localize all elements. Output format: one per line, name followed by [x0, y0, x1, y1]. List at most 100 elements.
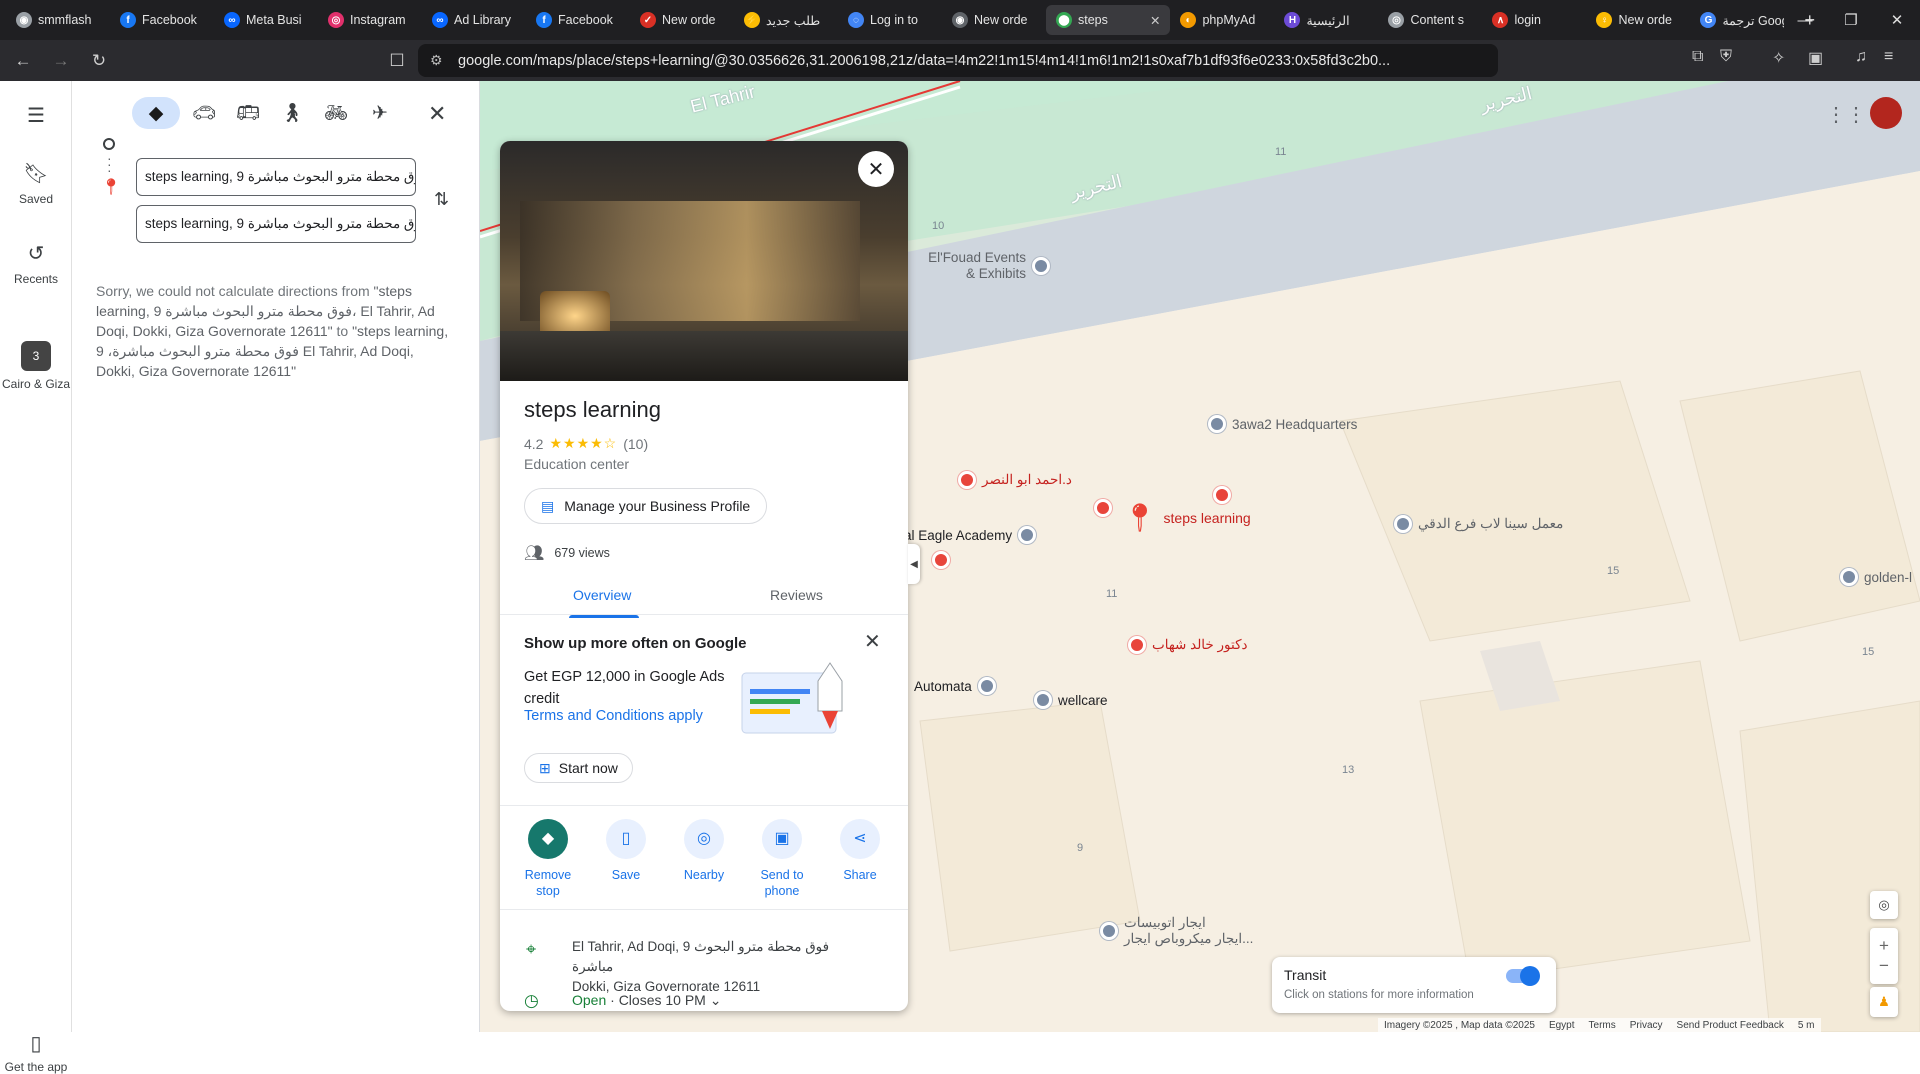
transit-mode-icon[interactable]: 🚌︎	[228, 97, 268, 129]
car-mode-icon[interactable]: 🚗︎	[184, 97, 224, 129]
site-info-icon[interactable]: ⚙	[430, 52, 443, 69]
flight-mode-icon[interactable]: ✈	[360, 97, 400, 129]
reload-icon[interactable]: ↻	[84, 46, 114, 76]
transit-layer-card[interactable]: Transit Click on stations for more infor…	[1272, 957, 1556, 1013]
browser-tab[interactable]: ⚡ طلب جديد	[734, 5, 838, 35]
phone-icon: ▣	[762, 819, 802, 859]
brave-shield-icon[interactable]: ⛨	[1720, 48, 1732, 66]
browser-tab[interactable]: f Facebook	[526, 5, 630, 35]
poi-golden[interactable]: golden-l	[1840, 568, 1912, 586]
share-button[interactable]: ⋖ Share	[826, 819, 894, 899]
bookmark-icon[interactable]: ☐	[382, 46, 412, 76]
best-route-mode-icon[interactable]: ◆	[132, 97, 180, 129]
recent-place-cairo[interactable]: 3 Cairo & Giza	[0, 341, 72, 391]
reviews-count-link[interactable]: (10)	[623, 436, 648, 452]
restore-icon[interactable]: ❐	[1828, 0, 1874, 40]
place-category[interactable]: Education center	[524, 456, 629, 472]
tab-reviews[interactable]: Reviews	[770, 587, 823, 603]
tab-overview[interactable]: Overview	[569, 587, 639, 618]
poi-bus[interactable]: ايجار اتوبيسات ايجار ميكروباص ايجار...	[1100, 915, 1253, 947]
poi-pin-icon	[1840, 568, 1858, 586]
address-bar[interactable]: ⚙ google.com/maps/place/steps+learning/@…	[418, 44, 1498, 77]
send-to-phone-button[interactable]: ▣ Send to phone	[748, 819, 816, 899]
browser-tab[interactable]: ∧ login	[1482, 5, 1586, 35]
scale-bar[interactable]: 5 m	[1798, 1020, 1815, 1031]
tab-favicon-icon: ✓	[640, 12, 656, 28]
place-hours[interactable]: Open · Closes 10 PM ⌄	[572, 992, 721, 1009]
remove-stop-icon: ◆	[528, 819, 568, 859]
destination-input[interactable]: steps learning, 9 فوق محطة مترو البحوث م…	[136, 205, 416, 243]
collapse-panel-icon[interactable]: ◀	[908, 544, 920, 584]
poi-lab[interactable]: معمل سينا لاب فرع الدقي	[1394, 515, 1563, 533]
close-directions-icon[interactable]: ✕	[428, 101, 446, 127]
forward-icon[interactable]: →	[46, 46, 76, 76]
minimize-icon[interactable]: —	[1782, 0, 1828, 40]
privacy-link[interactable]: Privacy	[1630, 1020, 1663, 1031]
hamburger-menu-icon[interactable]: ☰	[0, 103, 72, 128]
browser-tab[interactable]: ◎ Content s	[1378, 5, 1482, 35]
saved-button[interactable]: 🔖︎ Saved	[0, 161, 72, 206]
get-app-button[interactable]: ▯ Get the app	[0, 1031, 72, 1074]
browser-tab[interactable]: ◉ smmflash	[6, 5, 110, 35]
zoom-out-icon[interactable]: −	[1879, 956, 1889, 976]
close-window-icon[interactable]: ✕	[1874, 0, 1920, 40]
recents-button[interactable]: ↺ Recents	[0, 241, 72, 286]
tab-favicon-icon: ◉	[952, 12, 968, 28]
poi-eagle[interactable]: al Eagle Academy	[904, 526, 1037, 544]
remove-stop-button[interactable]: ◆ Remove stop	[514, 819, 582, 899]
bike-mode-icon[interactable]: 🚲︎	[316, 97, 356, 129]
google-apps-icon[interactable]: ⋮⋮	[1826, 102, 1866, 127]
recent-place-thumbnail: 3	[21, 341, 51, 371]
hospital-pin-icon[interactable]	[1213, 486, 1231, 504]
browser-tab[interactable]: f Facebook	[110, 5, 214, 35]
browser-tab[interactable]: G ترجمة Google	[1690, 5, 1794, 35]
close-place-icon[interactable]: ✕	[858, 151, 894, 187]
browser-tab[interactable]: ◎ Instagram	[318, 5, 422, 35]
poi-fouad[interactable]: El'Fouad Events & Exhibits	[926, 250, 1050, 282]
start-now-button[interactable]: ⊞ Start now	[524, 753, 633, 783]
account-avatar[interactable]	[1870, 97, 1902, 129]
swap-waypoints-icon[interactable]: ⇅	[434, 189, 449, 210]
region-link[interactable]: Egypt	[1549, 1020, 1575, 1031]
puzzle-icon[interactable]: ✧	[1772, 48, 1785, 68]
save-button[interactable]: ▯ Save	[592, 819, 660, 899]
browser-tab[interactable]: ♀ New orde	[1586, 5, 1690, 35]
poi-sawa2[interactable]: 3awa2 Headquarters	[1208, 415, 1357, 433]
nearby-button[interactable]: ◎ Nearby	[670, 819, 738, 899]
hospital-pin-icon[interactable]	[1094, 499, 1112, 517]
place-photo[interactable]: ✕	[500, 141, 908, 381]
poi-wellcare[interactable]: wellcare	[1034, 691, 1108, 709]
sidebar-icon[interactable]: ▣	[1808, 48, 1823, 68]
close-promo-icon[interactable]: ✕	[864, 629, 881, 654]
terms-link[interactable]: Terms	[1589, 1020, 1616, 1031]
origin-input[interactable]: steps learning, 9 فوق محطة مترو البحوث م…	[136, 158, 416, 196]
terms-link[interactable]: Terms and Conditions apply	[524, 708, 703, 724]
browser-tab[interactable]: ◌ Log in to	[838, 5, 942, 35]
hospital-pin-icon[interactable]	[932, 551, 950, 569]
place-address[interactable]: El Tahrir, Ad Doqi, 9 فوق محطة مترو البح…	[572, 937, 872, 997]
browser-tab[interactable]: ✓ New orde	[630, 5, 734, 35]
media-icon[interactable]: ♫	[1855, 48, 1867, 66]
browser-tab[interactable]: ⬤ steps ✕	[1046, 5, 1171, 35]
browser-tab[interactable]: H الرئيسية	[1274, 5, 1378, 35]
browser-tab[interactable]: ◉ New orde	[942, 5, 1046, 35]
menu-icon[interactable]: ≡	[1884, 48, 1893, 66]
zoom-in-icon[interactable]: +	[1879, 936, 1889, 956]
walk-mode-icon[interactable]: 🚶︎	[272, 97, 312, 129]
extensions-icon[interactable]: ⧉	[1692, 48, 1703, 66]
pegman-icon[interactable]: ♟	[1870, 987, 1898, 1017]
poi-automata[interactable]: Automata	[914, 677, 996, 695]
poi-steps-learning[interactable]: 📍︎ steps learning	[1122, 504, 1251, 532]
place-title: steps learning	[524, 397, 661, 422]
manage-business-profile-button[interactable]: ▤ Manage your Business Profile	[524, 488, 768, 524]
poi-khaled[interactable]: دكتور خالد شهاب	[1128, 636, 1248, 654]
browser-tab[interactable]: ◐ phpMyAd	[1170, 5, 1274, 35]
browser-tab[interactable]: ∞ Ad Library	[422, 5, 526, 35]
browser-tab[interactable]: ∞ Meta Busi	[214, 5, 318, 35]
close-tab-icon[interactable]: ✕	[1150, 13, 1160, 28]
feedback-link[interactable]: Send Product Feedback	[1677, 1020, 1784, 1031]
back-icon[interactable]: ←	[8, 46, 38, 76]
transit-toggle[interactable]	[1506, 966, 1540, 986]
my-location-icon[interactable]: ◎	[1870, 891, 1898, 919]
poi-ahmed[interactable]: د.احمد ابو النصر	[958, 471, 1072, 489]
